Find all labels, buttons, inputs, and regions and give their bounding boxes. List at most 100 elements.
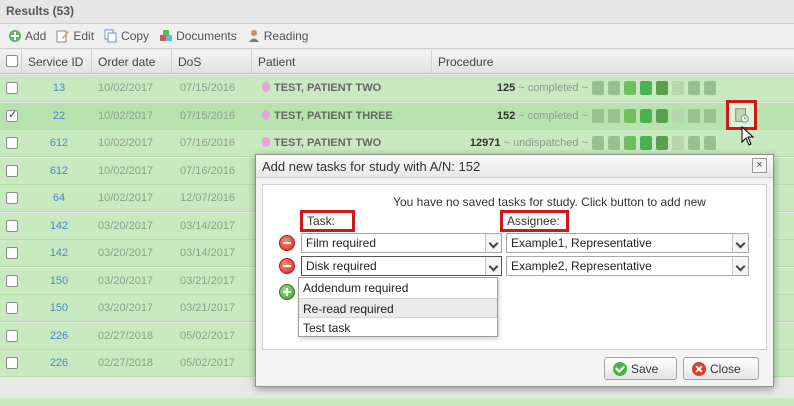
document-icon[interactable] — [656, 108, 668, 123]
row-checkbox[interactable] — [6, 274, 18, 287]
attach-icon[interactable] — [672, 108, 684, 123]
dropdown-option[interactable]: Addendum required — [299, 278, 497, 298]
service-id-link[interactable]: 226 — [24, 323, 94, 350]
dropdown-option[interactable]: Test task — [299, 318, 497, 338]
service-id-link[interactable]: 612 — [24, 158, 94, 185]
eye-icon[interactable] — [608, 108, 620, 123]
person-icon[interactable] — [624, 108, 636, 123]
service-id-link[interactable]: 22 — [24, 103, 94, 130]
bottom-strip — [0, 398, 794, 406]
task-icon[interactable] — [704, 108, 716, 123]
task-select-2[interactable]: Disk required — [301, 256, 502, 276]
chevron-down-icon[interactable] — [485, 234, 501, 252]
row-action-icons — [592, 81, 716, 95]
row-checkbox[interactable] — [6, 82, 18, 94]
task-icon — [735, 108, 749, 123]
row-checkbox[interactable] — [6, 357, 18, 369]
service-id-link[interactable]: 64 — [24, 185, 94, 212]
save-label: Save — [631, 361, 659, 376]
task-icon[interactable] — [704, 136, 716, 150]
table-row[interactable]: 13 10/02/2017 07/15/2016 TEST, PATIENT TWO 1… — [0, 75, 794, 102]
attach-icon[interactable] — [672, 81, 684, 95]
service-id-link[interactable]: 150 — [24, 295, 94, 322]
order-date-cell: 10/02/2017 — [98, 164, 154, 177]
service-id-link[interactable]: 13 — [24, 75, 94, 102]
add-button[interactable]: Add — [8, 29, 46, 43]
row-checkbox[interactable] — [6, 108, 18, 122]
flag-icon[interactable] — [592, 108, 604, 123]
dos-cell: 07/16/2016 — [180, 164, 236, 177]
mouse-cursor-icon — [741, 126, 755, 146]
assignee-select-2-value: Example2, Representative — [511, 259, 652, 273]
add-task-row-button[interactable] — [279, 284, 295, 300]
row-checkbox[interactable] — [6, 247, 18, 259]
assignee-select-1[interactable]: Example1, Representative — [506, 233, 749, 253]
close-button[interactable]: Close — [683, 357, 759, 380]
grid-header: Service ID Order date DoS Patient Proced… — [0, 50, 794, 74]
order-date-cell: 02/27/2018 — [98, 357, 154, 369]
dos-cell: 07/15/2016 — [180, 109, 236, 122]
remove-task-2-button[interactable] — [279, 258, 295, 274]
dialog-close-x-button[interactable]: × — [752, 158, 767, 173]
person-icon[interactable] — [624, 136, 636, 150]
select-all-checkbox[interactable] — [6, 55, 18, 67]
flag-icon[interactable] — [592, 136, 604, 150]
document-icon[interactable] — [656, 81, 668, 95]
table-row[interactable]: 612 10/02/2017 07/16/2016 TEST, PATIENT TWO… — [0, 130, 794, 157]
row-checkbox[interactable] — [6, 164, 18, 177]
edit-icon — [56, 30, 70, 43]
dos-cell: 03/14/2017 — [180, 219, 236, 232]
row-action-icons — [592, 136, 716, 150]
dropdown-option[interactable]: Re-read required — [299, 298, 497, 318]
row-checkbox[interactable] — [6, 219, 18, 232]
order-date-cell: 10/02/2017 — [98, 137, 154, 149]
row-checkbox[interactable] — [6, 302, 18, 314]
folder-icon[interactable] — [640, 81, 652, 95]
chevron-down-icon[interactable] — [732, 257, 748, 275]
dos-cell: 03/14/2017 — [180, 247, 236, 259]
service-id-link[interactable]: 150 — [24, 268, 94, 295]
task-icon[interactable] — [704, 81, 716, 95]
service-id-link[interactable]: 142 — [24, 213, 94, 240]
col-service-id[interactable]: Service ID — [22, 50, 92, 74]
row-checkbox[interactable] — [6, 192, 18, 204]
person-icon[interactable] — [624, 81, 636, 95]
edit-button[interactable]: Edit — [56, 29, 94, 43]
copy-button[interactable]: Copy — [104, 29, 149, 43]
chevron-down-icon[interactable] — [485, 257, 501, 275]
eye-icon[interactable] — [608, 81, 620, 95]
select-all-col — [0, 50, 22, 74]
col-procedure[interactable]: Procedure — [432, 50, 794, 74]
save-button[interactable]: Save — [604, 357, 677, 380]
chevron-down-icon[interactable] — [732, 234, 748, 252]
table-row[interactable]: 22 10/02/2017 07/15/2016 TEST, PATIENT THRE… — [0, 102, 794, 130]
row-checkbox[interactable] — [6, 137, 18, 149]
documents-button[interactable]: Documents — [159, 29, 237, 43]
eye-icon[interactable] — [608, 136, 620, 150]
col-order-date[interactable]: Order date — [92, 50, 172, 74]
service-id-link[interactable]: 142 — [24, 240, 94, 267]
folder-icon[interactable] — [640, 136, 652, 150]
task-select-1[interactable]: Film required — [301, 233, 502, 253]
service-id-link[interactable]: 226 — [24, 350, 94, 377]
dos-cell: 05/02/2017 — [180, 357, 236, 369]
task-select-2-value: Disk required — [306, 259, 377, 273]
assignee-select-2[interactable]: Example2, Representative — [506, 256, 749, 276]
patient-name: TEST, PATIENT TWO — [274, 82, 382, 94]
flag-icon[interactable] — [592, 81, 604, 95]
remove-task-1-button[interactable] — [279, 235, 295, 251]
col-patient[interactable]: Patient — [252, 50, 432, 74]
order-date-cell: 10/02/2017 — [98, 109, 154, 122]
row-checkbox[interactable] — [6, 329, 18, 342]
attach-icon[interactable] — [672, 136, 684, 150]
document-icon[interactable] — [656, 136, 668, 150]
reading-button[interactable]: Reading — [247, 29, 308, 43]
col-dos[interactable]: DoS — [172, 50, 252, 74]
phone-icon[interactable] — [688, 136, 700, 150]
procedure-code: 152 — [496, 109, 516, 122]
service-id-link[interactable]: 612 — [24, 130, 94, 157]
phone-icon[interactable] — [688, 81, 700, 95]
order-date-cell: 10/02/2017 — [98, 192, 154, 204]
phone-icon[interactable] — [688, 108, 700, 123]
folder-icon[interactable] — [640, 108, 652, 123]
